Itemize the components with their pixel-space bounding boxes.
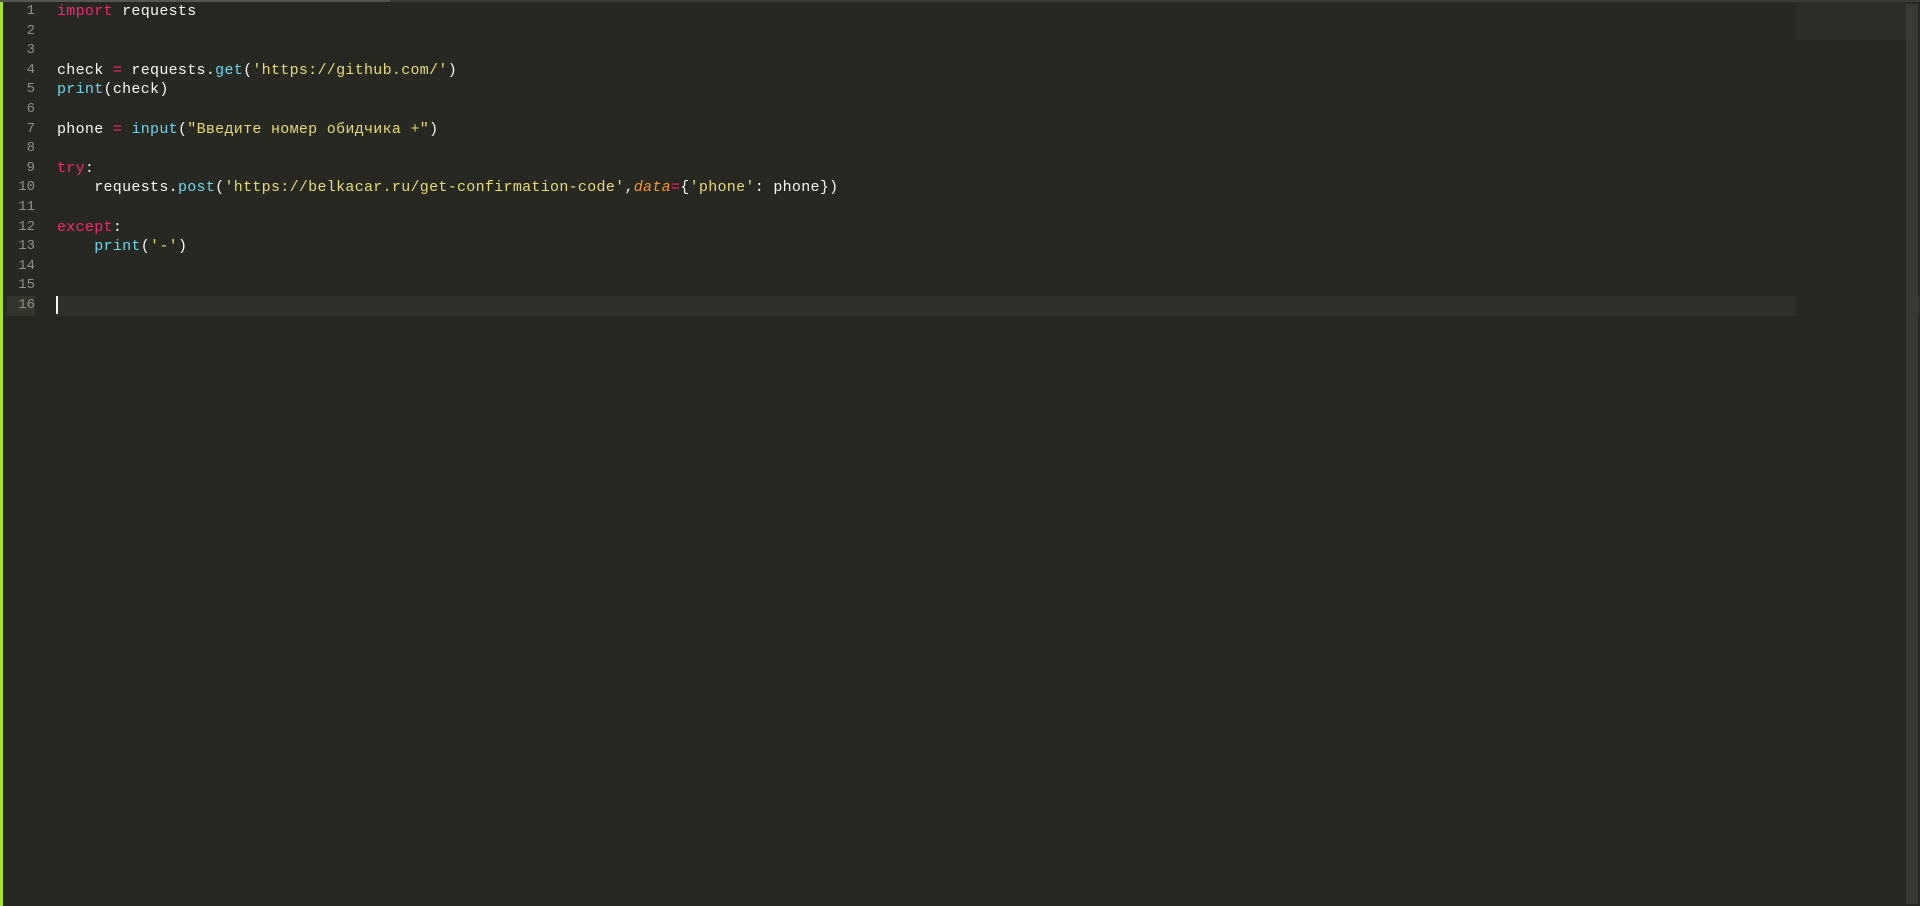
line-number[interactable]: 2	[7, 22, 35, 42]
code-line[interactable]	[57, 100, 1920, 120]
code-line[interactable]: print(check)	[57, 80, 1920, 100]
line-number[interactable]: 14	[7, 257, 35, 277]
line-number[interactable]: 7	[7, 120, 35, 140]
code-token: print	[57, 81, 104, 98]
code-token: requests	[57, 179, 169, 196]
code-token: except	[57, 219, 113, 236]
code-token: check	[57, 62, 113, 79]
line-number[interactable]: 10	[7, 178, 35, 198]
line-number[interactable]: 11	[7, 198, 35, 218]
code-line[interactable]: try:	[57, 159, 1920, 179]
code-line[interactable]	[57, 276, 1920, 296]
code-line[interactable]	[57, 198, 1920, 218]
code-token: 'https://belkacar.ru/get-confirmation-co…	[224, 179, 624, 196]
code-token: 'https://github.com/'	[252, 62, 447, 79]
code-token: "Введите номер обидчика +"	[187, 121, 429, 138]
line-number-gutter[interactable]: 12345678910111213141516	[3, 2, 43, 906]
minimap-viewport[interactable]	[1796, 2, 1906, 40]
code-line[interactable]	[57, 139, 1920, 159]
line-number[interactable]: 8	[7, 139, 35, 159]
minimap[interactable]	[1796, 2, 1906, 906]
line-number[interactable]: 12	[7, 218, 35, 238]
code-token	[57, 238, 94, 255]
code-token: post	[178, 179, 215, 196]
code-line[interactable]: except:	[57, 218, 1920, 238]
code-line[interactable]: import requests	[57, 2, 1920, 22]
code-token: (	[178, 121, 187, 138]
code-token: {	[680, 179, 689, 196]
code-token: :	[755, 179, 774, 196]
code-token: get	[215, 62, 243, 79]
code-token: requests	[113, 3, 197, 20]
code-token: :	[85, 160, 94, 177]
code-token: ,	[624, 179, 633, 196]
code-token: input	[131, 121, 178, 138]
code-token: phone	[57, 121, 113, 138]
code-line[interactable]: print('-')	[57, 237, 1920, 257]
code-token: phone	[773, 179, 820, 196]
code-token: try	[57, 160, 85, 177]
code-line[interactable]	[57, 296, 1920, 316]
code-token: .	[206, 62, 215, 79]
code-token: print	[94, 238, 141, 255]
line-number[interactable]: 5	[7, 80, 35, 100]
code-line[interactable]: requests.post('https://belkacar.ru/get-c…	[57, 178, 1920, 198]
code-token: }	[820, 179, 829, 196]
line-number[interactable]: 3	[7, 41, 35, 61]
code-token: )	[159, 81, 168, 98]
line-number[interactable]: 1	[7, 2, 35, 22]
code-token: )	[178, 238, 187, 255]
code-token: (	[141, 238, 150, 255]
line-number[interactable]: 6	[7, 100, 35, 120]
code-token: data	[634, 179, 671, 196]
code-token: (	[243, 62, 252, 79]
code-line[interactable]	[57, 22, 1920, 42]
code-editor-area[interactable]: import requestscheck = requests.get('htt…	[43, 2, 1920, 906]
editor-container: 12345678910111213141516 import requestsc…	[0, 2, 1920, 906]
code-token: 'phone'	[690, 179, 755, 196]
code-token: )	[448, 62, 457, 79]
line-number[interactable]: 16	[7, 296, 35, 316]
code-token: (	[104, 81, 113, 98]
line-number[interactable]: 4	[7, 61, 35, 81]
vertical-scrollbar[interactable]	[1906, 4, 1918, 904]
code-token: =	[671, 179, 680, 196]
code-token: )	[429, 121, 438, 138]
code-token: )	[829, 179, 838, 196]
code-token: check	[113, 81, 160, 98]
code-line[interactable]: check = requests.get('https://github.com…	[57, 61, 1920, 81]
code-line[interactable]: phone = input("Введите номер обидчика +"…	[57, 120, 1920, 140]
code-token: :	[113, 219, 122, 236]
text-cursor	[56, 296, 58, 314]
line-number[interactable]: 9	[7, 159, 35, 179]
code-token: .	[169, 179, 178, 196]
code-token: =	[113, 121, 122, 138]
code-line[interactable]	[57, 257, 1920, 277]
line-number[interactable]: 13	[7, 237, 35, 257]
code-token: requests	[122, 62, 206, 79]
line-number[interactable]: 15	[7, 276, 35, 296]
code-token: import	[57, 3, 113, 20]
code-token: '-'	[150, 238, 178, 255]
code-line[interactable]	[57, 41, 1920, 61]
code-token: =	[113, 62, 122, 79]
